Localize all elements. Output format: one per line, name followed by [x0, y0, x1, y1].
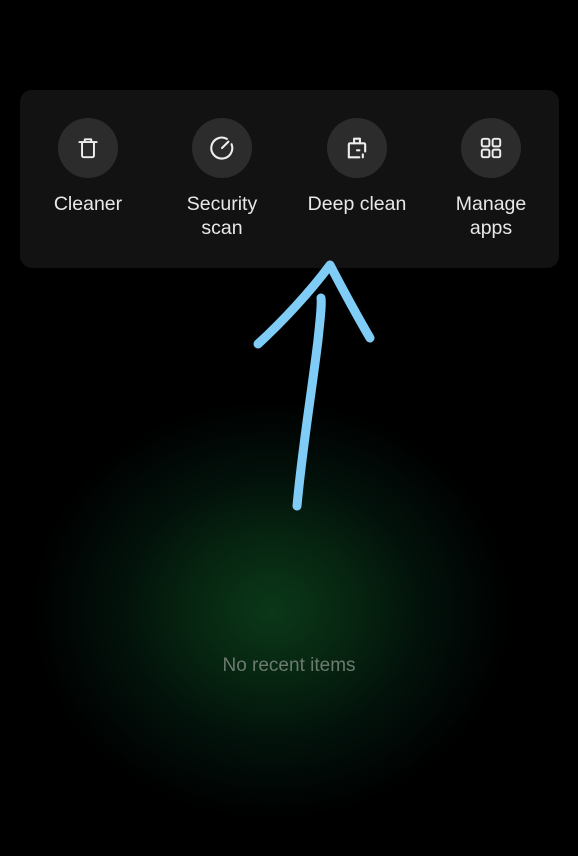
arrow-shaft: [292, 293, 326, 511]
arrow-head: [253, 260, 375, 349]
hand-drawn-arrow-up-icon: [253, 260, 375, 511]
